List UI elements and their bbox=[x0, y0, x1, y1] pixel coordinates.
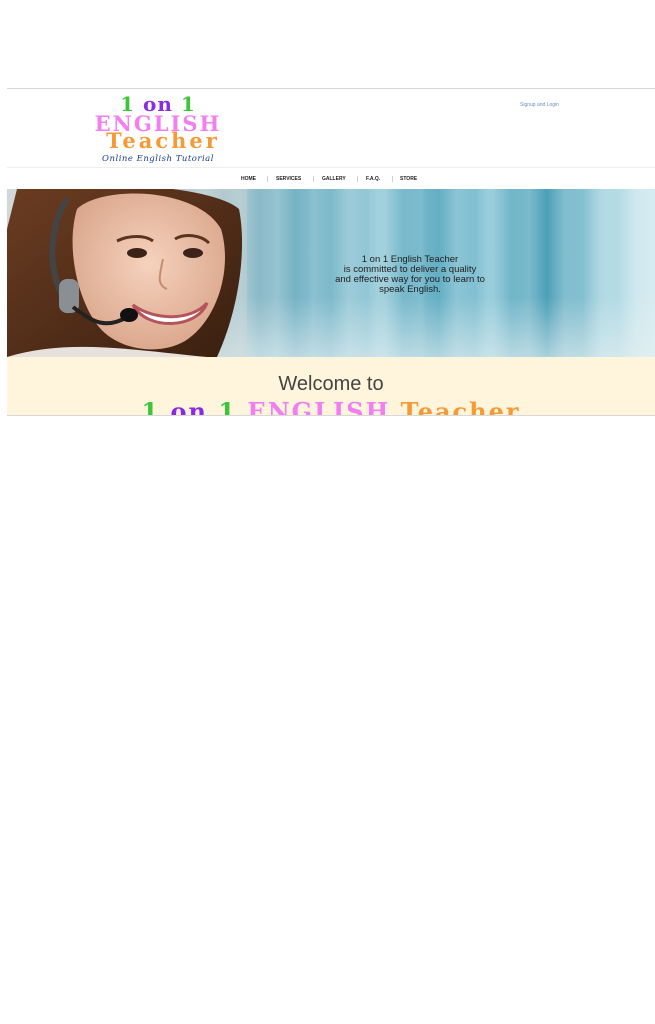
brand-part-5: Teacher bbox=[400, 397, 521, 416]
support-agent-photo bbox=[7, 189, 247, 357]
hero-line-4: speak English. bbox=[379, 284, 441, 295]
nav-separator bbox=[392, 176, 393, 182]
main-nav: HOME SERVICES GALLERY F.A.Q. STORE bbox=[7, 167, 655, 190]
hero-message: 1 on 1 English Teacher is committed to d… bbox=[317, 255, 503, 295]
brand-part-4: ENGLISH bbox=[247, 397, 391, 416]
site-logo[interactable]: 1 on 1 ENGLISH Teacher Online English Tu… bbox=[91, 93, 225, 165]
site-header: 1 on 1 ENGLISH Teacher Online English Tu… bbox=[7, 89, 655, 167]
brand-part-3: 1 bbox=[218, 397, 238, 416]
welcome-heading: Welcome to bbox=[278, 373, 384, 395]
brand-part-1: 1 bbox=[141, 397, 161, 416]
welcome-brand-name: 1 on 1 ENGLISH Teacher bbox=[7, 397, 655, 416]
nav-item-faq[interactable]: F.A.Q. bbox=[366, 168, 380, 190]
nav-item-gallery[interactable]: GALLERY bbox=[322, 168, 346, 190]
signup-login-link[interactable]: Signup and Login bbox=[520, 102, 559, 108]
logo-line-3: Teacher bbox=[106, 128, 220, 153]
brand-part-2: on bbox=[170, 397, 208, 416]
hero-banner: 1 on 1 English Teacher is committed to d… bbox=[7, 189, 655, 357]
nav-separator bbox=[313, 176, 314, 182]
logo-tagline: Online English Tutorial bbox=[102, 154, 214, 164]
nav-item-store[interactable]: STORE bbox=[400, 168, 417, 190]
nav-item-home[interactable]: HOME bbox=[241, 168, 256, 190]
nav-separator bbox=[267, 176, 268, 182]
welcome-section: Welcome to 1 on 1 ENGLISH Teacher bbox=[7, 357, 655, 415]
site-frame: 1 on 1 ENGLISH Teacher Online English Tu… bbox=[7, 88, 655, 416]
nav-separator bbox=[357, 176, 358, 182]
nav-item-services[interactable]: SERVICES bbox=[276, 168, 301, 190]
